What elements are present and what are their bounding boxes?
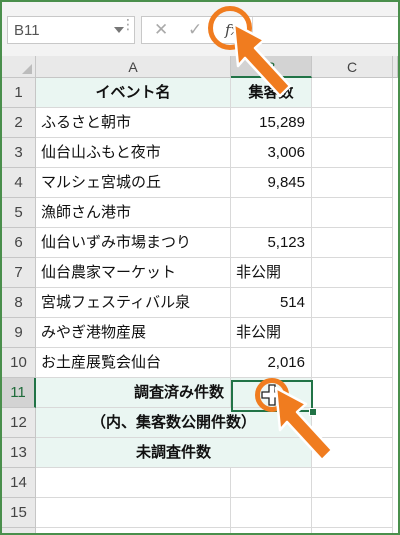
- row-header[interactable]: 8: [2, 288, 36, 318]
- cell-c6[interactable]: [312, 228, 393, 258]
- row-header[interactable]: 14: [2, 468, 36, 498]
- cell-b16[interactable]: [231, 528, 312, 533]
- cell-b14[interactable]: [231, 468, 312, 498]
- cell-c9[interactable]: [312, 318, 393, 348]
- cell-c7[interactable]: [312, 258, 393, 288]
- cell-a10[interactable]: お土産展覧会仙台: [36, 348, 231, 378]
- cell-b7[interactable]: 非公開: [231, 258, 312, 288]
- row-header[interactable]: 10: [2, 348, 36, 378]
- excel-window: B11 ⋮ ✕ ✓ fx A B C 1イベント名集客数2ふるさと朝市15,28…: [0, 0, 400, 535]
- arrow-pointer-icon: [232, 22, 292, 98]
- cell-a16[interactable]: [36, 528, 231, 533]
- cell-b15[interactable]: [231, 498, 312, 528]
- cell-b9[interactable]: 非公開: [231, 318, 312, 348]
- formula-bar: B11 ⋮ ✕ ✓ fx: [2, 2, 398, 56]
- cell-b10[interactable]: 2,016: [231, 348, 312, 378]
- row-header[interactable]: 15: [2, 498, 36, 528]
- cell-c15[interactable]: [312, 498, 393, 528]
- cell-a8[interactable]: 宮城フェスティバル泉: [36, 288, 231, 318]
- row-header[interactable]: 7: [2, 258, 36, 288]
- cell-b6[interactable]: 5,123: [231, 228, 312, 258]
- name-box-value: B11: [14, 22, 40, 39]
- drag-handle-icon[interactable]: ⋮: [121, 18, 135, 32]
- column-header-d[interactable]: [393, 56, 398, 78]
- cell-a5[interactable]: 漁師さん港市: [36, 198, 231, 228]
- select-all-button[interactable]: [2, 56, 36, 78]
- cell-c2[interactable]: [312, 108, 393, 138]
- cell-a2[interactable]: ふるさと朝市: [36, 108, 231, 138]
- cell-a3[interactable]: 仙台山ふもと夜市: [36, 138, 231, 168]
- row-header[interactable]: 3: [2, 138, 36, 168]
- cell-c3[interactable]: [312, 138, 393, 168]
- row-header[interactable]: 12: [2, 408, 36, 438]
- cell-b4[interactable]: 9,845: [231, 168, 312, 198]
- row-header[interactable]: 13: [2, 438, 36, 468]
- row-header[interactable]: 1: [2, 78, 36, 108]
- name-box[interactable]: B11: [7, 16, 135, 44]
- cell-c4[interactable]: [312, 168, 393, 198]
- cell-c14[interactable]: [312, 468, 393, 498]
- row-header[interactable]: 9: [2, 318, 36, 348]
- enter-icon[interactable]: ✓: [188, 20, 202, 40]
- cell-b5[interactable]: [231, 198, 312, 228]
- cell-c16[interactable]: [312, 528, 393, 533]
- row-header[interactable]: 6: [2, 228, 36, 258]
- cell-a11[interactable]: 調査済み件数: [36, 378, 231, 408]
- arrow-pointer-icon: [274, 386, 334, 462]
- cell-c1[interactable]: [312, 78, 393, 108]
- column-header-c[interactable]: C: [312, 56, 393, 78]
- cell-a14[interactable]: [36, 468, 231, 498]
- cell-a1[interactable]: イベント名: [36, 78, 231, 108]
- cell-c5[interactable]: [312, 198, 393, 228]
- column-header-a[interactable]: A: [36, 56, 231, 78]
- row-header[interactable]: 2: [2, 108, 36, 138]
- row-header[interactable]: 11: [2, 378, 36, 408]
- cell-a9[interactable]: みやぎ港物産展: [36, 318, 231, 348]
- cell-a4[interactable]: マルシェ宮城の丘: [36, 168, 231, 198]
- cell-a6[interactable]: 仙台いずみ市場まつり: [36, 228, 231, 258]
- cancel-icon[interactable]: ✕: [154, 20, 168, 40]
- cell-a7[interactable]: 仙台農家マーケット: [36, 258, 231, 288]
- row-header[interactable]: 16: [2, 528, 36, 533]
- cell-a15[interactable]: [36, 498, 231, 528]
- cell-b2[interactable]: 15,289: [231, 108, 312, 138]
- cell-a13[interactable]: 未調査件数: [36, 438, 312, 468]
- row-header[interactable]: 5: [2, 198, 36, 228]
- cell-b8[interactable]: 514: [231, 288, 312, 318]
- row-header[interactable]: 4: [2, 168, 36, 198]
- cell-c8[interactable]: [312, 288, 393, 318]
- cell-c10[interactable]: [312, 348, 393, 378]
- cell-b3[interactable]: 3,006: [231, 138, 312, 168]
- cell-a12[interactable]: （内、集客数公開件数）: [36, 408, 312, 438]
